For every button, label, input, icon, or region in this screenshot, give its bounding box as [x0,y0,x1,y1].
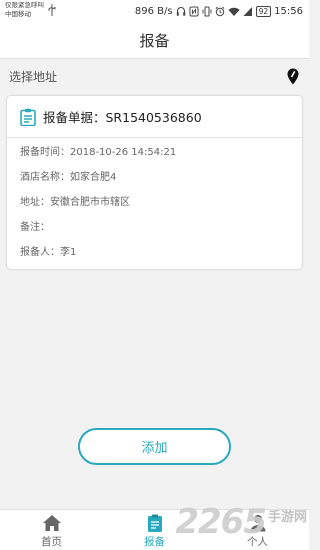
carrier-info: 仅限紧急呼叫 中国移动 [5,1,44,18]
select-address-row[interactable]: 选择地址 [0,60,309,92]
tab-home[interactable]: 首页 [0,510,103,550]
alarm-icon [215,6,224,16]
wifi-icon [228,7,240,16]
vibrate-icon [202,6,212,16]
hotel-name: 酒店名称：如家合肥4 [20,172,117,183]
app-header: 报备 [0,22,309,59]
watermark-number: 2265 [175,502,267,542]
status-bar: 仅限紧急呼叫 中国移动 896 B/s 92 15:56 [0,0,309,22]
tab-home-label: 首页 [41,536,62,548]
select-address-label: 选择地址 [9,69,58,84]
battery-indicator: 92 [255,5,272,17]
signal-icon [243,6,252,16]
home-icon [42,515,61,531]
reporter: 报备人：李1 [20,247,77,258]
watermark-text: 手游网 [267,510,307,525]
carrier-line-2: 中国移动 [5,9,31,18]
report-time: 报备时间：2018-10-26 14:54:21 [20,147,177,158]
site-watermark-logo: 2265 手游网 [175,499,307,545]
clipboard-icon [147,514,162,532]
report-card[interactable]: 报备单据：SR1540536860 报备时间：2018-10-26 14:54:… [7,96,302,269]
page-title: 报备 [139,31,170,50]
network-speed: 896 B/s [134,5,173,17]
nfc-icon [189,6,199,16]
status-right: 896 B/s 92 15:56 [135,4,303,18]
clock: 15:56 [274,5,303,17]
tab-report-label: 报备 [144,536,165,548]
report-address: 地址：安徽合肥市市辖区 [20,197,130,208]
clipboard-icon [20,108,36,126]
carrier-line-1: 仅限紧急呼叫 [5,1,44,9]
report-number-title: 报备单据：SR1540536860 [43,110,202,125]
usb-icon [48,4,56,16]
report-card-header: 报备单据：SR1540536860 [7,96,302,138]
headset-icon [176,6,185,16]
location-pin-icon[interactable] [287,68,299,85]
report-remark: 备注： [20,222,50,233]
add-button[interactable]: 添加 [78,428,231,465]
report-card-body: 报备时间：2018-10-26 14:54:21 酒店名称：如家合肥4 地址：安… [7,138,302,269]
